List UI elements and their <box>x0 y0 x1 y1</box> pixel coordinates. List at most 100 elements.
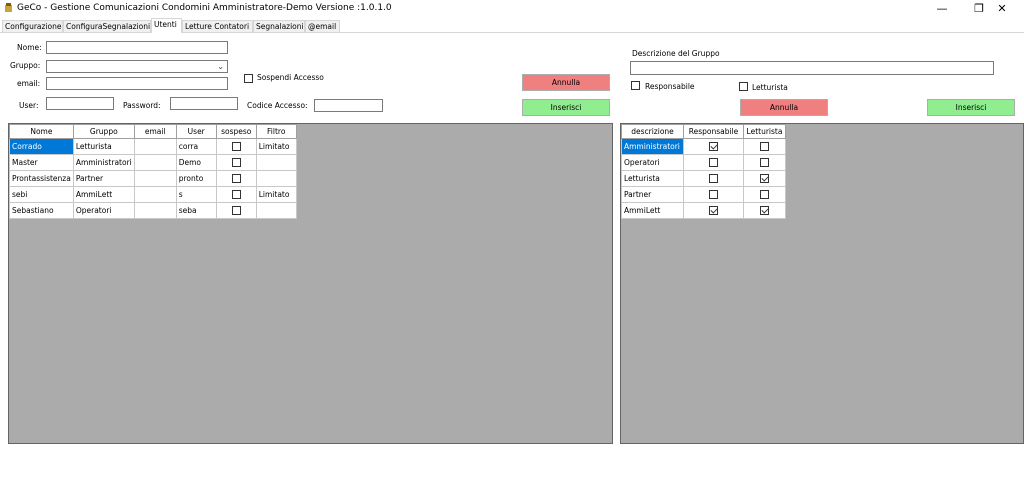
letturista-checkbox[interactable] <box>760 142 769 152</box>
descrizione-gruppo-input[interactable] <box>630 61 994 75</box>
letturista-checkbox[interactable] <box>760 158 769 168</box>
tab-letture-contatori[interactable]: Letture Contatori <box>182 20 253 32</box>
table-row[interactable]: Amministratori <box>621 138 786 155</box>
cell-responsabile[interactable] <box>683 138 744 155</box>
cell-responsabile[interactable] <box>683 186 744 203</box>
inserisci-group-button[interactable]: Inserisci <box>927 99 1015 116</box>
sospendi-checkbox[interactable] <box>244 74 253 83</box>
cell-filtro[interactable] <box>255 170 297 187</box>
cell-responsabile[interactable] <box>683 154 744 171</box>
cell-descrizione[interactable]: Amministratori <box>621 138 684 155</box>
cell-letturista[interactable] <box>743 154 786 171</box>
table-row[interactable]: Master Amministratori Demo <box>9 154 297 171</box>
col-sospeso[interactable]: sospeso <box>215 124 257 139</box>
cell-sospeso[interactable] <box>215 154 257 171</box>
groups-grid[interactable]: descrizione Responsabile Letturista Ammi… <box>620 123 1024 444</box>
responsabile-checkbox[interactable] <box>709 158 718 168</box>
table-row[interactable]: sebi AmmiLett s Limitato <box>9 186 297 203</box>
table-row[interactable]: Partner <box>621 186 786 203</box>
cell-descrizione[interactable]: Partner <box>621 186 684 203</box>
sospeso-checkbox[interactable] <box>231 174 241 184</box>
sospeso-checkbox[interactable] <box>231 158 241 168</box>
sospeso-checkbox[interactable] <box>231 142 241 152</box>
cell-user[interactable]: seba <box>175 202 217 219</box>
cell-nome[interactable]: Sebastiano <box>9 202 74 219</box>
letturista-checkbox[interactable] <box>760 174 769 184</box>
col-responsabile[interactable]: Responsabile <box>683 124 744 139</box>
cell-filtro[interactable] <box>255 202 297 219</box>
inserisci-user-button[interactable]: Inserisci <box>522 99 610 116</box>
cell-nome[interactable]: Prontassistenza <box>9 170 74 187</box>
cell-letturista[interactable] <box>743 186 786 203</box>
cell-gruppo[interactable]: Partner <box>72 170 135 187</box>
cell-nome[interactable]: sebi <box>9 186 74 203</box>
email-input[interactable] <box>46 77 228 90</box>
letturista-checkbox[interactable] <box>760 190 769 200</box>
col-email[interactable]: email <box>133 124 177 139</box>
cell-sospeso[interactable] <box>215 170 257 187</box>
annulla-group-button[interactable]: Annulla <box>740 99 828 116</box>
responsabile-checkbox[interactable] <box>631 81 640 90</box>
cell-filtro[interactable]: Limitato <box>255 186 297 203</box>
cell-user[interactable]: corra <box>175 138 217 155</box>
tab-configurazione[interactable]: Configurazione <box>2 20 63 32</box>
cell-email[interactable] <box>133 186 177 203</box>
responsabile-checkbox[interactable] <box>709 142 718 152</box>
responsabile-checkbox[interactable] <box>709 174 718 184</box>
sospeso-checkbox[interactable] <box>231 190 241 200</box>
col-nome[interactable]: Nome <box>9 124 74 139</box>
cell-letturista[interactable] <box>743 170 786 187</box>
cell-user[interactable]: pronto <box>175 170 217 187</box>
chevron-down-icon[interactable]: ⌄ <box>217 62 224 71</box>
cell-user[interactable]: s <box>175 186 217 203</box>
annulla-user-button[interactable]: Annulla <box>522 74 610 91</box>
cell-nome[interactable]: Master <box>9 154 74 171</box>
cell-descrizione[interactable]: AmmiLett <box>621 202 684 219</box>
cell-gruppo[interactable]: AmmiLett <box>72 186 135 203</box>
cell-email[interactable] <box>133 154 177 171</box>
codice-accesso-input[interactable] <box>314 99 383 112</box>
cell-gruppo[interactable]: Letturista <box>72 138 135 155</box>
sospeso-checkbox[interactable] <box>231 206 241 216</box>
tab-email[interactable]: @email <box>305 20 340 32</box>
tab-configura-segnalazioni[interactable]: ConfiguraSegnalazioni <box>63 20 151 32</box>
responsabile-checkbox[interactable] <box>709 206 718 216</box>
cell-descrizione[interactable]: Letturista <box>621 170 684 187</box>
table-row[interactable]: Sebastiano Operatori seba <box>9 202 297 219</box>
table-row[interactable]: Prontassistenza Partner pronto <box>9 170 297 187</box>
cell-email[interactable] <box>133 170 177 187</box>
letturista-checkbox[interactable] <box>760 206 769 216</box>
col-gruppo[interactable]: Gruppo <box>72 124 135 139</box>
col-descrizione[interactable]: descrizione <box>621 124 684 139</box>
cell-nome[interactable]: Corrado <box>9 138 74 155</box>
user-input[interactable] <box>46 97 114 110</box>
cell-email[interactable] <box>133 138 177 155</box>
cell-responsabile[interactable] <box>683 170 744 187</box>
close-button[interactable]: ✕ <box>980 0 1024 18</box>
responsabile-checkbox[interactable] <box>709 190 718 200</box>
cell-sospeso[interactable] <box>215 202 257 219</box>
col-user[interactable]: User <box>175 124 217 139</box>
cell-gruppo[interactable]: Operatori <box>72 202 135 219</box>
users-grid[interactable]: Nome Gruppo email User sospeso Filtro Co… <box>8 123 613 444</box>
cell-letturista[interactable] <box>743 202 786 219</box>
col-letturista[interactable]: Letturista <box>743 124 786 139</box>
cell-responsabile[interactable] <box>683 202 744 219</box>
col-filtro[interactable]: Filtro <box>255 124 297 139</box>
table-row[interactable]: Corrado Letturista corra Limitato <box>9 138 297 155</box>
cell-gruppo[interactable]: Amministratori <box>72 154 135 171</box>
tab-utenti[interactable]: Utenti <box>151 18 182 33</box>
nome-input[interactable] <box>46 41 228 54</box>
tab-segnalazioni[interactable]: Segnalazioni <box>253 20 305 32</box>
cell-sospeso[interactable] <box>215 138 257 155</box>
cell-filtro[interactable] <box>255 154 297 171</box>
table-row[interactable]: Letturista <box>621 170 786 187</box>
cell-user[interactable]: Demo <box>175 154 217 171</box>
cell-sospeso[interactable] <box>215 186 257 203</box>
gruppo-select[interactable]: ⌄ <box>46 60 228 73</box>
table-row[interactable]: Operatori <box>621 154 786 171</box>
password-input[interactable] <box>170 97 238 110</box>
table-row[interactable]: AmmiLett <box>621 202 786 219</box>
cell-letturista[interactable] <box>743 138 786 155</box>
cell-email[interactable] <box>133 202 177 219</box>
